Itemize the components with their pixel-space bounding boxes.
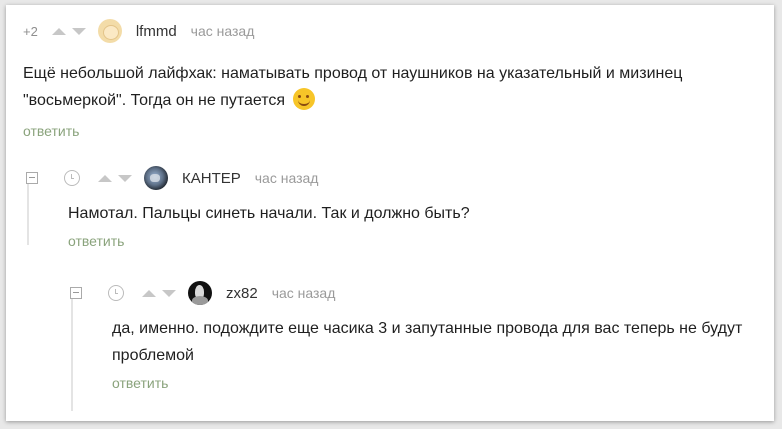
comment-3: zx82 час назад да, именно. подождите еще… [70, 281, 760, 393]
collapse-toggle-icon[interactable] [70, 287, 82, 299]
reply-link[interactable]: ответить [68, 233, 124, 249]
vote-up-icon[interactable] [51, 27, 66, 35]
comment-text: Ещё небольшой лайфхак: наматывать провод… [23, 60, 763, 114]
comment-1: +2 lfmmd час назад Ещё небольшой лайфхак… [23, 19, 763, 141]
comment-rating: +2 [23, 23, 38, 39]
avatar[interactable] [144, 166, 168, 190]
comment-author[interactable]: КАНТЕР [182, 170, 241, 187]
comment-text: да, именно. подождите еще часика 3 и зап… [112, 320, 743, 364]
comment-text-content: Ещё небольшой лайфхак: наматывать провод… [23, 65, 683, 109]
comment-time[interactable]: час назад [272, 285, 336, 301]
comment-time[interactable]: час назад [191, 23, 255, 39]
avatar[interactable] [188, 281, 212, 305]
avatar[interactable] [97, 19, 122, 43]
comment-text: Намотал. Пальцы синеть начали. Так и дол… [68, 205, 470, 222]
reply-link[interactable]: ответить [112, 375, 168, 391]
comment-author[interactable]: zx82 [226, 285, 258, 302]
clock-icon [108, 285, 124, 301]
clock-icon [64, 170, 80, 186]
vote-up-icon[interactable] [142, 289, 156, 297]
vote-down-icon[interactable] [162, 289, 176, 297]
vote-down-icon[interactable] [71, 27, 86, 35]
comments-panel: +2 lfmmd час назад Ещё небольшой лайфхак… [6, 5, 774, 421]
smiling-face-icon [292, 88, 315, 110]
comment-author[interactable]: lfmmd [136, 23, 177, 40]
vote-up-icon[interactable] [98, 174, 112, 182]
collapse-toggle-icon[interactable] [26, 172, 38, 184]
reply-link[interactable]: ответить [23, 123, 79, 139]
comment-2: КАНТЕР час назад Намотал. Пальцы синеть … [26, 166, 756, 251]
comment-time[interactable]: час назад [255, 170, 319, 186]
vote-down-icon[interactable] [118, 174, 132, 182]
